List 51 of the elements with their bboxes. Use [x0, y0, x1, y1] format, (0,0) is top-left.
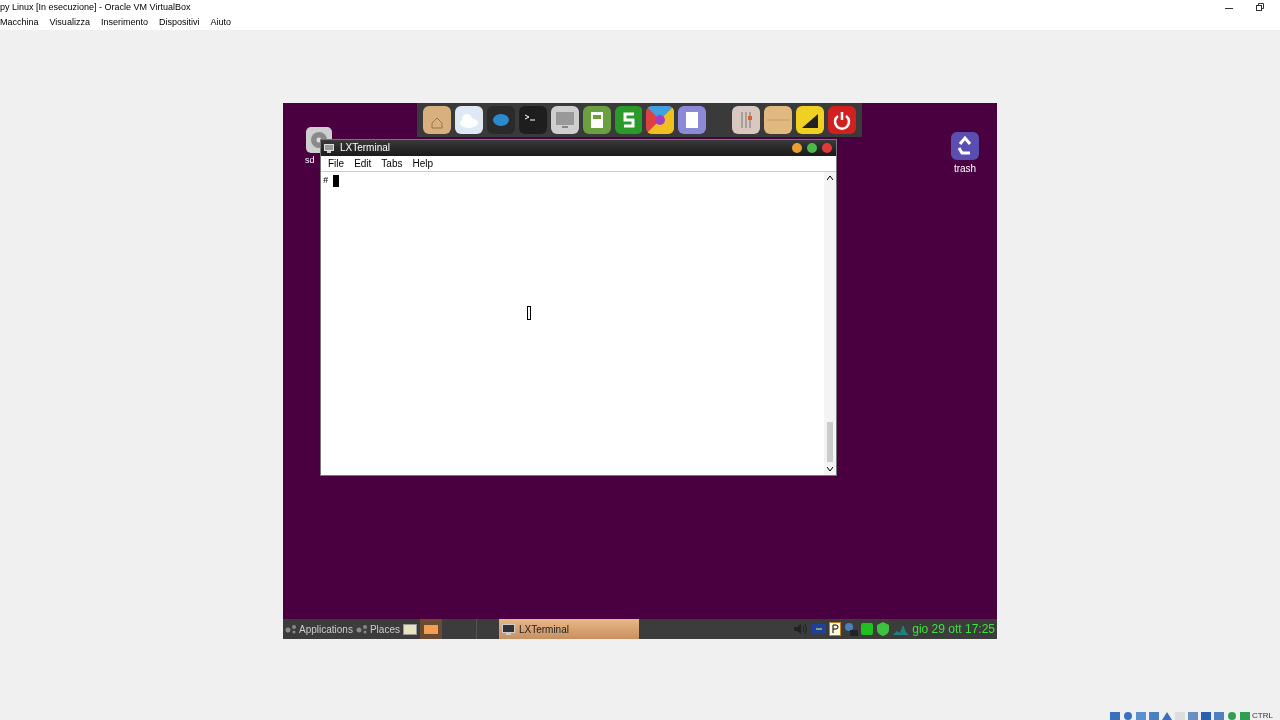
menu-item[interactable]: File — [328, 158, 345, 169]
box-icon[interactable] — [764, 106, 793, 134]
system-tray-icons[interactable] — [793, 622, 910, 636]
menu-item[interactable]: Macchina — [0, 18, 39, 27]
monitor-icon — [501, 623, 515, 635]
menu-icon[interactable] — [355, 624, 368, 634]
desktop-icon[interactable] — [423, 624, 438, 634]
places-menu[interactable]: Places — [369, 621, 400, 637]
menu-item[interactable]: Edit — [354, 158, 372, 169]
folder-icon[interactable] — [423, 106, 451, 134]
minimize-button[interactable] — [792, 143, 802, 153]
mixer-icon[interactable] — [732, 106, 761, 134]
applications-menu[interactable]: Applications — [299, 621, 353, 637]
host-key-label: CTRL — [1252, 712, 1273, 720]
recycle-icon[interactable] — [951, 132, 979, 160]
window-title: py Linux [In esecuzione] - Oracle VM VirtualBox — [0, 3, 191, 12]
desktop-button[interactable] — [419, 619, 442, 639]
spreadsheet-icon[interactable] — [614, 106, 643, 134]
menu-item[interactable]: Inserimento — [100, 18, 148, 27]
cursor — [333, 175, 340, 187]
menu-item[interactable]: Visualizza — [49, 18, 90, 27]
scrollbar[interactable] — [824, 172, 836, 475]
scroll-down-icon[interactable] — [827, 467, 833, 471]
window-title: LXTerminal — [340, 143, 391, 153]
menu-item[interactable]: Tabs — [381, 158, 403, 169]
menu-item[interactable]: Help — [412, 158, 434, 169]
terminal-icon[interactable] — [518, 106, 547, 134]
menu-item[interactable]: Dispositivi — [158, 18, 200, 27]
close-button[interactable] — [822, 143, 832, 153]
file-manager-icon[interactable] — [402, 623, 417, 635]
icon-label[interactable]: sd — [305, 156, 315, 165]
menu-icon[interactable] — [285, 624, 297, 634]
maximize-button[interactable] — [807, 143, 817, 153]
text-cursor-icon — [527, 306, 531, 320]
text-file-icon[interactable] — [678, 106, 707, 134]
prompt: # — [323, 176, 329, 186]
power-icon[interactable] — [828, 106, 856, 134]
scroll-up-icon[interactable] — [827, 176, 833, 180]
icon-label[interactable]: trash — [953, 164, 977, 174]
menu-item[interactable]: Aiuto — [210, 18, 231, 27]
task-button[interactable]: LXTerminal — [498, 619, 639, 639]
clock[interactable]: gio 29 ott 17:25 — [912, 620, 995, 638]
scroll-thumb[interactable] — [827, 422, 833, 462]
restore-icon[interactable] — [1256, 3, 1264, 11]
monitor-icon[interactable] — [550, 106, 579, 134]
cloud-icon[interactable] — [454, 106, 483, 134]
document-icon[interactable] — [582, 106, 611, 134]
terminal-icon — [324, 143, 334, 153]
color-wheel-icon[interactable] — [646, 106, 675, 134]
chat-bubble-icon[interactable] — [486, 106, 515, 134]
vm-status-icons[interactable] — [1110, 712, 1250, 720]
